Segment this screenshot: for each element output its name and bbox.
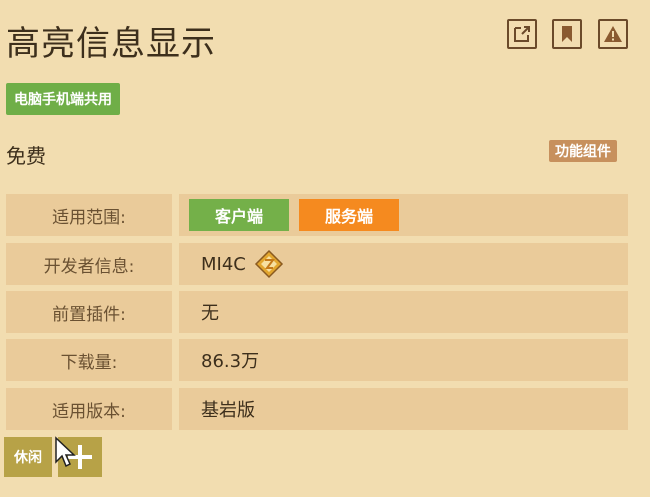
downloads-value: 86.3万 [179,339,628,381]
platform-tag: 电脑手机端共用 [6,83,120,115]
scope-label: 适用范围: [6,194,172,236]
external-link-icon [514,26,530,42]
developer-name[interactable]: MI4C [201,254,246,275]
page-title: 高亮信息显示 [6,24,216,64]
mouse-cursor-icon [55,436,76,468]
info-row-scope: 适用范围: 客户端 服务端 [6,194,628,236]
developer-label: 开发者信息: [6,243,172,285]
info-row-prerequisite: 前置插件: 无 [6,291,628,333]
info-row-version: 适用版本: 基岩版 [6,388,628,430]
report-button[interactable] [598,19,628,49]
scope-value: 客户端 服务端 [179,194,628,236]
bookmark-icon [562,26,572,42]
tag-leisure[interactable]: 休闲 [4,437,52,477]
warning-icon [604,26,622,42]
category-badge[interactable]: 功能组件 [549,140,617,162]
price-label: 免费 [6,144,46,168]
share-button[interactable] [507,19,537,49]
client-button[interactable]: 客户端 [189,199,289,231]
developer-badge-icon [254,249,283,279]
prerequisite-label: 前置插件: [6,291,172,333]
info-row-downloads: 下载量: 86.3万 [6,339,628,381]
version-label: 适用版本: [6,388,172,430]
version-value: 基岩版 [179,388,628,430]
server-button[interactable]: 服务端 [299,199,399,231]
downloads-label: 下载量: [6,339,172,381]
developer-value-cell: MI4C [179,243,628,285]
info-row-developer: 开发者信息: MI4C [6,243,628,285]
bookmark-button[interactable] [552,19,582,49]
prerequisite-value: 无 [179,291,628,333]
